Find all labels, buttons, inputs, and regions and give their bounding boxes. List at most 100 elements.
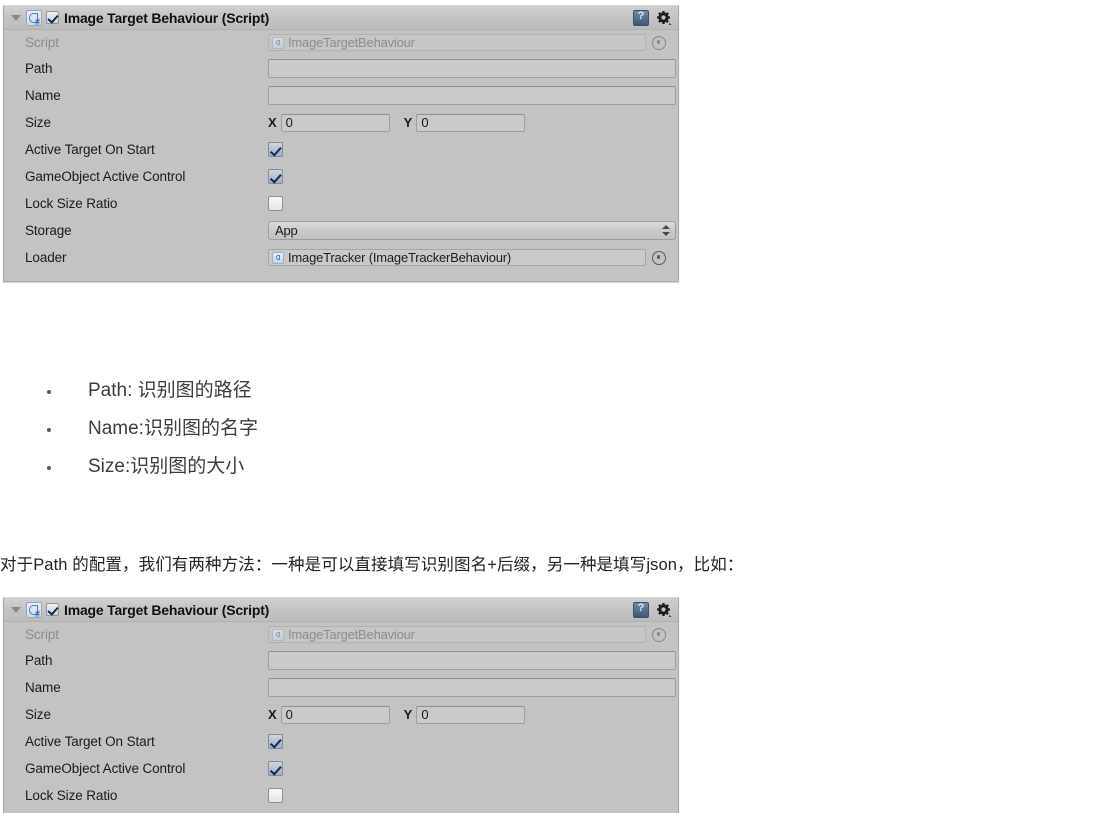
lock-size-ratio-checkbox-2[interactable] — [268, 788, 283, 803]
row-label-path: Path — [25, 61, 53, 76]
row-script-2: Script ImageTargetBehaviour — [4, 622, 678, 647]
row-label-script-2: Script — [25, 627, 59, 642]
row-field-size-2: X 0 Y 0 — [268, 705, 678, 724]
gear-icon[interactable] — [655, 10, 672, 26]
feature-bullet-list: Path: 识别图的路径 Name:识别图的名字 Size:识别图的大小 — [0, 372, 600, 486]
row-field-path-2 — [268, 651, 680, 670]
row-field-lock-size-ratio — [268, 196, 678, 211]
row-field-active-target-on-start-2 — [268, 734, 678, 749]
row-name: Name — [4, 82, 678, 109]
row-lock-size-ratio-2: Lock Size Ratio — [4, 782, 678, 809]
loader-object-value: ImageTracker (ImageTrackerBehaviour) — [288, 250, 512, 265]
row-field-script: ImageTargetBehaviour — [268, 34, 678, 51]
script-object-value-2: ImageTargetBehaviour — [288, 627, 415, 642]
component-enabled-checkbox[interactable] — [46, 11, 59, 24]
row-gameobject-active-control: GameObject Active Control — [4, 163, 678, 190]
row-label-name-2: Name — [25, 680, 61, 695]
script-asset-icon — [272, 36, 284, 49]
row-label-loader: Loader — [25, 250, 67, 265]
row-size-2: Size X 0 Y 0 — [4, 701, 678, 728]
row-active-target-on-start-2: Active Target On Start — [4, 728, 678, 755]
script-object-picker-icon[interactable] — [652, 35, 666, 50]
row-label-name: Name — [25, 88, 61, 103]
loader-object-picker-icon[interactable] — [652, 250, 666, 265]
row-active-target-on-start: Active Target On Start — [4, 136, 678, 163]
list-item: Path: 识别图的路径 — [0, 372, 600, 410]
row-field-name-2 — [268, 678, 680, 697]
row-field-name — [268, 86, 680, 105]
row-path: Path — [4, 55, 678, 82]
loader-asset-icon — [272, 251, 284, 264]
inspector-panel-top: Image Target Behaviour (Script) Script I… — [3, 5, 679, 282]
component-title-2: Image Target Behaviour (Script) — [64, 601, 270, 618]
gameobject-active-control-checkbox-2[interactable] — [268, 761, 283, 776]
gear-icon[interactable] — [655, 602, 672, 618]
chevron-updown-icon — [662, 224, 671, 237]
row-size: Size X 0 Y 0 — [4, 109, 678, 136]
storage-dropdown[interactable]: App — [268, 221, 676, 240]
size-y-label-2: Y — [403, 707, 413, 722]
list-item: Name:识别图的名字 — [0, 410, 600, 448]
row-label-active-target-on-start-2: Active Target On Start — [25, 734, 155, 749]
row-label-storage: Storage — [25, 223, 72, 238]
row-label-lock-size-ratio-2: Lock Size Ratio — [25, 788, 118, 803]
csharp-script-icon — [26, 9, 42, 26]
size-y-input-2[interactable]: 0 — [416, 705, 526, 724]
name-input-2[interactable] — [268, 678, 676, 697]
script-object-field[interactable]: ImageTargetBehaviour — [268, 34, 646, 51]
component-header[interactable]: Image Target Behaviour (Script) — [4, 6, 678, 30]
row-path-2: Path — [4, 647, 678, 674]
row-label-active-target-on-start: Active Target On Start — [25, 142, 155, 157]
size-x-input[interactable]: 0 — [280, 113, 390, 132]
lock-size-ratio-checkbox[interactable] — [268, 196, 283, 211]
row-label-size: Size — [25, 115, 51, 130]
row-lock-size-ratio: Lock Size Ratio — [4, 190, 678, 217]
loader-object-field[interactable]: ImageTracker (ImageTrackerBehaviour) — [268, 249, 646, 266]
help-book-icon[interactable] — [633, 9, 649, 26]
row-field-size: X 0 Y 0 — [268, 113, 678, 132]
row-label-gameobject-active-control-2: GameObject Active Control — [25, 761, 186, 776]
name-input[interactable] — [268, 86, 676, 105]
component-title: Image Target Behaviour (Script) — [64, 9, 270, 26]
active-target-on-start-checkbox-2[interactable] — [268, 734, 283, 749]
article-paragraph: 对于Path 的配置，我们有两种方法：一种是可以直接填写识别图名+后缀，另一种是… — [0, 556, 744, 574]
inspector-panel-bottom: Image Target Behaviour (Script) Script I… — [3, 597, 679, 813]
row-field-storage: App — [268, 221, 680, 240]
row-script: Script ImageTargetBehaviour — [4, 30, 678, 55]
row-field-script-2: ImageTargetBehaviour — [268, 626, 678, 643]
storage-dropdown-value: App — [275, 223, 298, 238]
gameobject-active-control-checkbox[interactable] — [268, 169, 283, 184]
csharp-script-icon — [26, 601, 42, 618]
help-book-icon[interactable] — [633, 601, 649, 618]
component-header-2[interactable]: Image Target Behaviour (Script) — [4, 598, 678, 622]
row-name-2: Name — [4, 674, 678, 701]
triangle-down-icon[interactable] — [10, 11, 23, 24]
row-gameobject-active-control-2: GameObject Active Control — [4, 755, 678, 782]
row-field-active-target-on-start — [268, 142, 678, 157]
row-field-lock-size-ratio-2 — [268, 788, 678, 803]
size-x-label-2: X — [268, 707, 277, 722]
row-label-script: Script — [25, 35, 59, 50]
row-label-size-2: Size — [25, 707, 51, 722]
path-input-2[interactable] — [268, 651, 676, 670]
size-y-label: Y — [403, 115, 413, 130]
component-enabled-checkbox[interactable] — [46, 603, 59, 616]
row-field-loader: ImageTracker (ImageTrackerBehaviour) — [268, 249, 678, 266]
size-x-input-2[interactable]: 0 — [280, 705, 390, 724]
row-label-lock-size-ratio: Lock Size Ratio — [25, 196, 118, 211]
script-object-picker-icon[interactable] — [652, 627, 666, 642]
row-storage: Storage App — [4, 217, 678, 244]
size-x-label: X — [268, 115, 277, 130]
row-field-path — [268, 59, 680, 78]
triangle-down-icon[interactable] — [10, 603, 23, 616]
size-y-input[interactable]: 0 — [416, 113, 526, 132]
row-label-gameobject-active-control: GameObject Active Control — [25, 169, 186, 184]
active-target-on-start-checkbox[interactable] — [268, 142, 283, 157]
row-field-gameobject-active-control-2 — [268, 761, 678, 776]
script-object-field-2[interactable]: ImageTargetBehaviour — [268, 626, 646, 643]
path-input[interactable] — [268, 59, 676, 78]
row-label-path-2: Path — [25, 653, 53, 668]
script-asset-icon — [272, 628, 284, 641]
script-object-value: ImageTargetBehaviour — [288, 35, 415, 50]
row-field-gameobject-active-control — [268, 169, 678, 184]
